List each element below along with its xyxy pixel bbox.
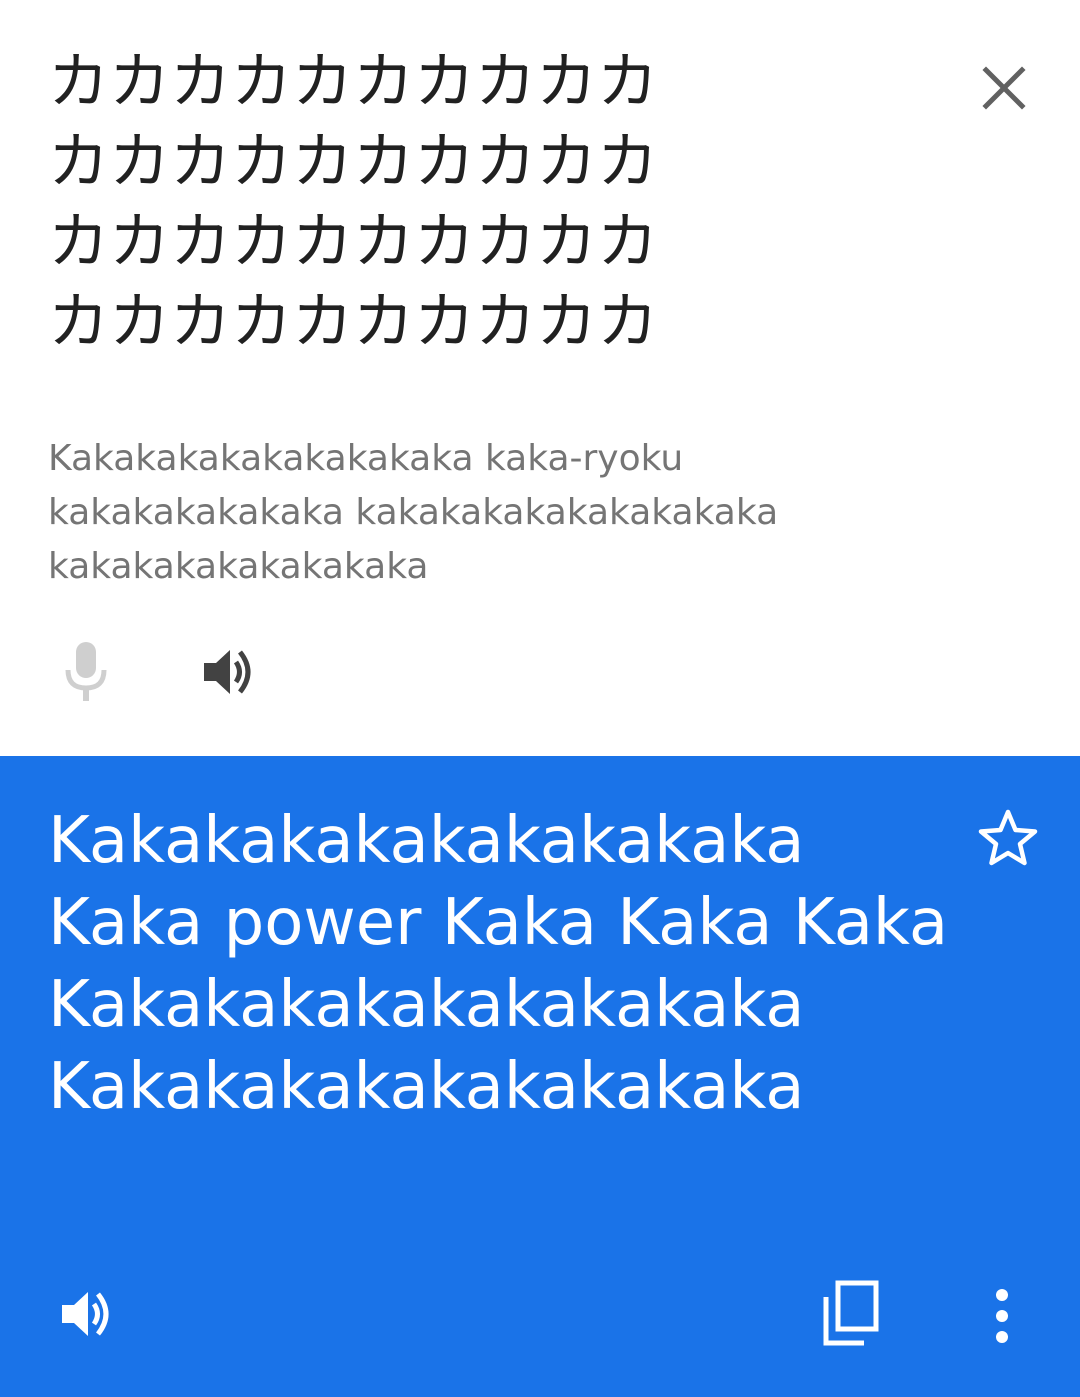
- more-options-button[interactable]: [970, 1270, 1034, 1362]
- translation-text-line: Kaka power Kaka Kaka Kaka: [48, 886, 949, 960]
- source-text-line: カカカカカカカカカカ: [48, 286, 659, 357]
- microphone-icon: [65, 642, 107, 701]
- translation-text[interactable]: Kakakakakakakakakaka Kaka power Kaka Kak…: [48, 800, 948, 1128]
- save-translation-button[interactable]: [970, 800, 1046, 876]
- listen-source-button[interactable]: [188, 630, 272, 714]
- source-text[interactable]: カカカカカカカカカカ カカカカカカカカカカ カカカカカカカカカカ カカカカカカカ…: [48, 42, 728, 362]
- romanization-line: Kakakakakakakakakaka kaka-ryoku: [48, 438, 684, 479]
- translation-action-bar: [0, 1266, 1080, 1366]
- listen-translation-button[interactable]: [46, 1272, 130, 1356]
- star-outline-icon: [978, 809, 1038, 866]
- speaker-icon: [204, 650, 251, 694]
- more-vertical-icon: [996, 1289, 1008, 1343]
- source-text-line: カカカカカカカカカカ: [48, 46, 659, 117]
- close-icon: [982, 66, 1026, 110]
- romanization-text: Kakakakakakakakakaka kaka-ryoku kakakaka…: [48, 432, 948, 594]
- source-text-line: カカカカカカカカカカ: [48, 126, 659, 197]
- source-panel: カカカカカカカカカカ カカカカカカカカカカ カカカカカカカカカカ カカカカカカカ…: [0, 0, 1080, 756]
- translation-panel: Kakakakakakakakakaka Kaka power Kaka Kak…: [0, 756, 1080, 1397]
- copy-translation-button[interactable]: [808, 1266, 892, 1362]
- romanization-line: kakakakakakakakaka: [48, 546, 429, 587]
- voice-input-button[interactable]: [48, 630, 124, 714]
- clear-button[interactable]: [970, 54, 1038, 122]
- source-text-line: カカカカカカカカカカ: [48, 206, 659, 277]
- copy-icon: [823, 1280, 879, 1346]
- romanization-line: kakakakakakaka kakakakakakakakakaka: [48, 492, 779, 533]
- translation-text-line: Kakakakakakakakakaka: [48, 1050, 805, 1124]
- translation-text-line: Kakakakakakakakakaka: [48, 804, 805, 878]
- speaker-icon: [62, 1292, 109, 1336]
- translation-text-line: Kakakakakakakakakaka: [48, 968, 805, 1042]
